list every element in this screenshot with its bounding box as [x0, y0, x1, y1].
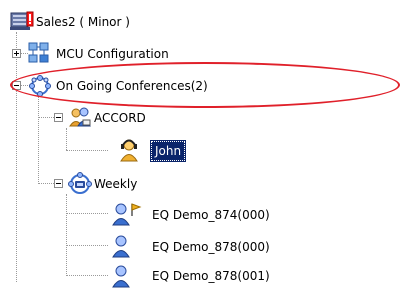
tree-node-john[interactable]: John — [0, 138, 200, 164]
tree-node-participant[interactable]: EQ Demo_874(000) — [0, 202, 270, 229]
tree-node-root[interactable]: Sales2 ( Minor ) — [0, 10, 180, 34]
collapse-toggle[interactable] — [54, 113, 63, 122]
tree-node-accord[interactable]: ACCORD — [0, 106, 200, 130]
participant-icon — [110, 234, 134, 261]
expand-toggle[interactable] — [12, 49, 21, 58]
tree-node-label: Weekly — [94, 177, 138, 191]
highlight-annotation — [10, 62, 400, 108]
tree-node-label: EQ Demo_878(001) — [152, 269, 270, 283]
tree-node-label: MCU Configuration — [56, 47, 169, 61]
tree-node-label: EQ Demo_878(000) — [152, 240, 270, 254]
conference-participants-icon — [68, 106, 92, 131]
collapse-toggle[interactable] — [54, 179, 63, 188]
conference-phone-icon — [68, 172, 92, 197]
tree-node-participant[interactable]: EQ Demo_878(001) — [0, 264, 270, 291]
participant-headset-icon — [118, 138, 140, 165]
participant-chair-icon — [110, 202, 142, 229]
tree-node-label: Sales2 ( Minor ) — [36, 15, 130, 29]
tree-node-participant[interactable]: EQ Demo_878(000) — [0, 234, 270, 261]
network-config-icon — [28, 42, 50, 67]
server-alert-icon — [10, 10, 34, 35]
tree-node-label: EQ Demo_874(000) — [152, 208, 270, 222]
participant-icon — [110, 264, 134, 291]
tree-node-label: ACCORD — [94, 111, 146, 125]
tree-node-weekly[interactable]: Weekly — [0, 172, 200, 196]
tree-node-label-selected: John — [149, 140, 187, 162]
